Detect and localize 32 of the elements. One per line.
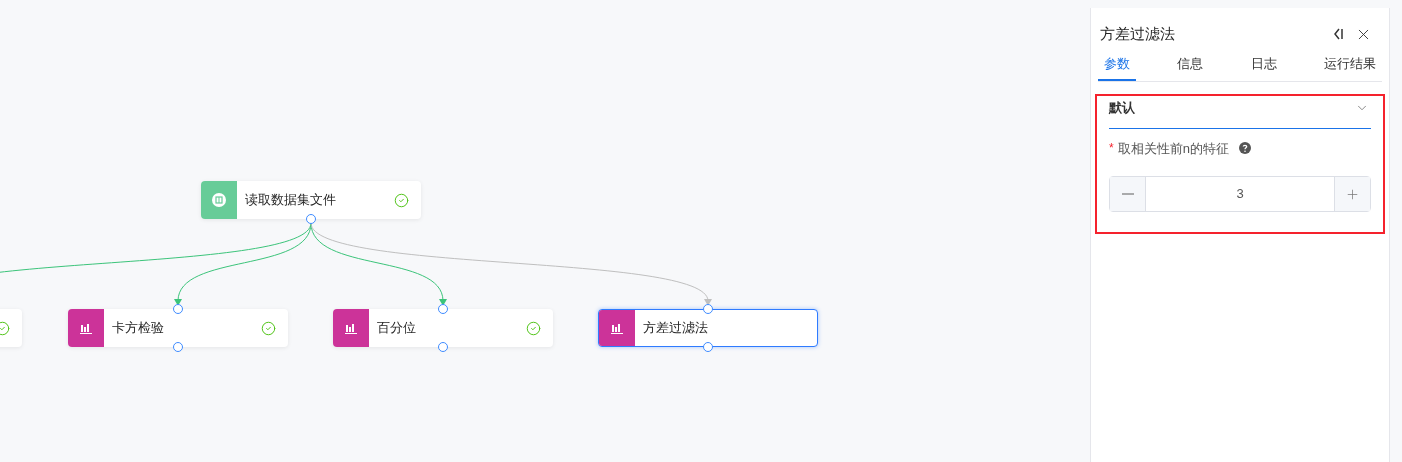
port-handle[interactable]: [703, 304, 713, 314]
panel-tab[interactable]: 日志: [1244, 53, 1283, 81]
bar-chart-icon: [345, 322, 357, 334]
node-label: 百分位: [377, 319, 417, 338]
minus-icon: [1121, 193, 1134, 195]
bar-chart-icon: [80, 322, 92, 334]
port-handle[interactable]: [173, 342, 183, 352]
number-value: 3: [1235, 185, 1245, 204]
port-handle[interactable]: [306, 214, 316, 224]
panel-title: 方差过滤法: [1100, 24, 1175, 44]
flow-node[interactable]: 百分位: [333, 309, 553, 347]
preset-select[interactable]: 默认: [1109, 96, 1371, 129]
port-handle[interactable]: [438, 342, 448, 352]
bar-chart-icon: [611, 322, 623, 334]
flow-node[interactable]: 读取数据集文件: [201, 181, 421, 219]
panel-tab[interactable]: 运行结果: [1318, 53, 1382, 81]
required-mark: *: [1109, 140, 1114, 158]
port-handle[interactable]: [173, 304, 183, 314]
panel-tab[interactable]: 参数: [1098, 53, 1136, 81]
flow-node[interactable]: 卡方检验: [68, 309, 288, 347]
flow-node[interactable]: 方差过滤法: [598, 309, 818, 347]
node-label: 读取数据集文件: [245, 191, 337, 210]
panel-tab[interactable]: 信息: [1171, 53, 1210, 81]
field-label: 取相关性前n的特征: [1117, 139, 1229, 158]
collapse-icon[interactable]: [1333, 27, 1345, 42]
disk-icon: [212, 193, 226, 207]
port-handle[interactable]: [703, 342, 713, 352]
help-icon[interactable]: [1238, 142, 1251, 155]
plus-icon: [1345, 186, 1360, 202]
port-handle[interactable]: [438, 304, 448, 314]
node-label: 方差过滤法: [643, 319, 709, 338]
node-label: 卡方检验: [112, 319, 165, 338]
